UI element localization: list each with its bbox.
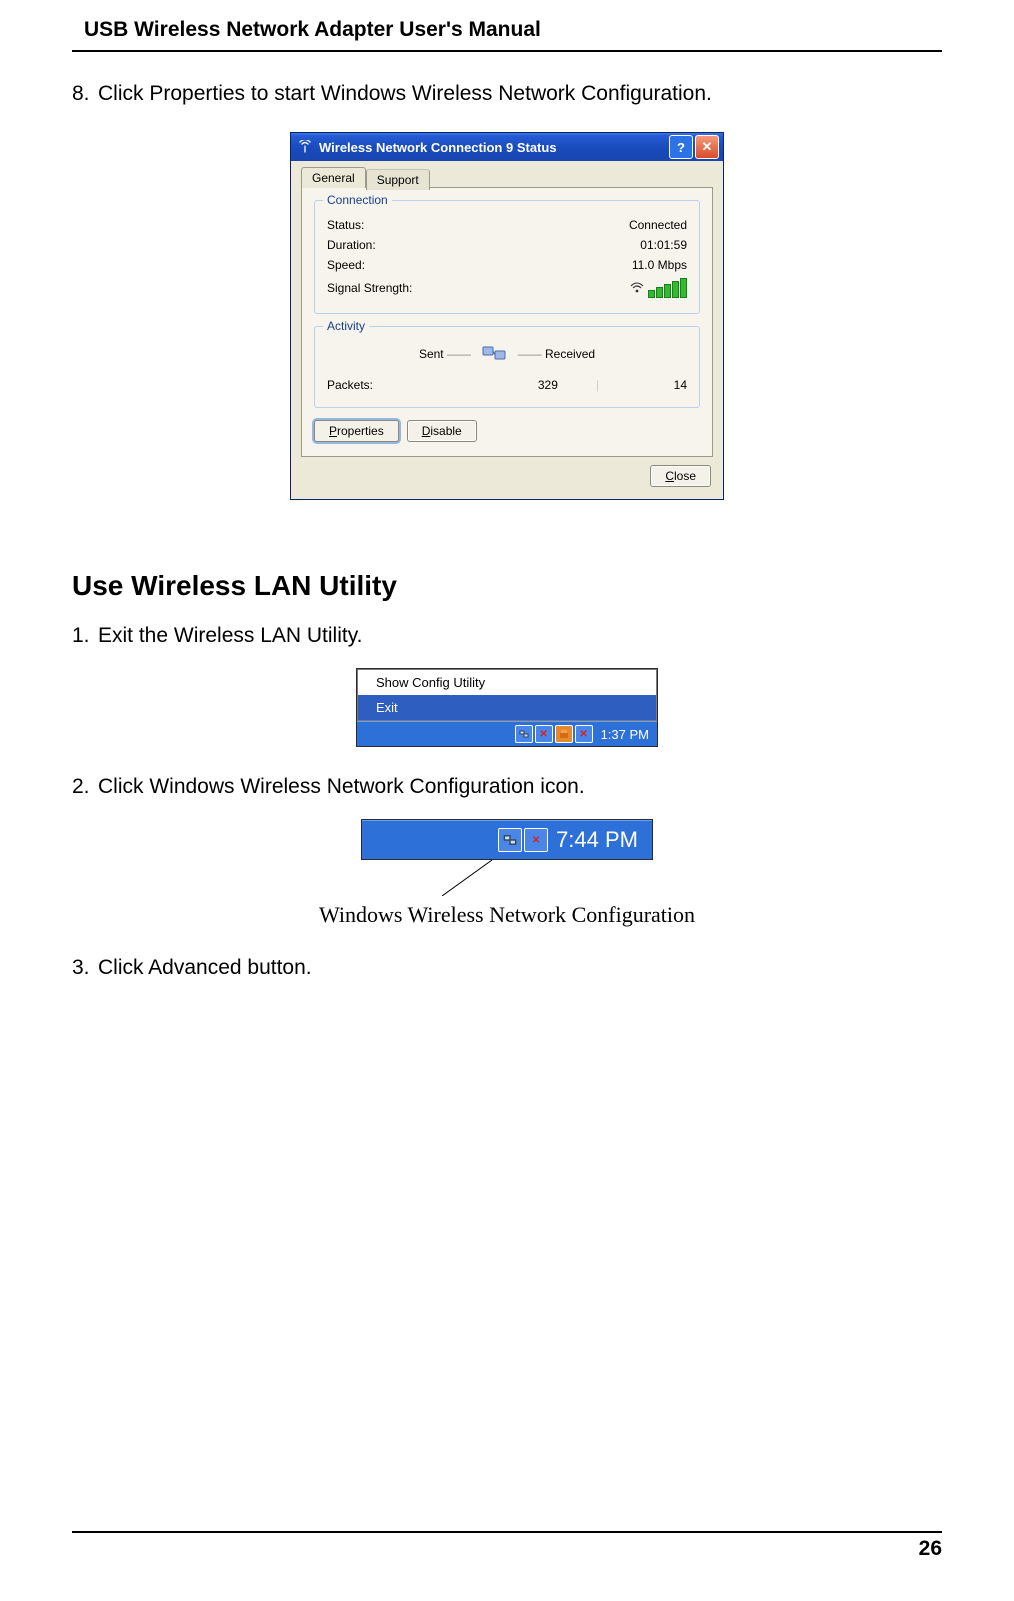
- tray-network-icon[interactable]: [515, 725, 533, 743]
- section-title: Use Wireless LAN Utility: [72, 570, 942, 602]
- xp-titlebar[interactable]: Wireless Network Connection 9 Status ? ✕: [291, 133, 723, 161]
- disable-button[interactable]: Disable: [407, 420, 477, 442]
- callout-text: Windows Wireless Network Configuration: [72, 902, 942, 928]
- activity-group: Activity Sent —— —— Received: [314, 326, 700, 408]
- page-number: 26: [919, 1537, 942, 1560]
- menu-exit[interactable]: Exit: [358, 695, 656, 720]
- tray-clock: 1:37 PM: [601, 727, 649, 742]
- properties-button[interactable]: PPropertiesroperties: [314, 420, 399, 442]
- step-1-num: 1.: [72, 624, 98, 648]
- callout-line: [362, 866, 652, 902]
- packets-sent: 329: [508, 378, 588, 392]
- tray-utility-icon[interactable]: [555, 725, 573, 743]
- menu-show-config[interactable]: Show Config Utility: [358, 670, 656, 695]
- duration-label: Duration:: [327, 238, 376, 252]
- activity-group-title: Activity: [323, 319, 369, 333]
- system-tray: 1:37 PM: [357, 721, 657, 746]
- speed-label: Speed:: [327, 258, 365, 272]
- wireless-icon: [297, 139, 313, 155]
- duration-value: 01:01:59: [640, 238, 687, 252]
- tab-general[interactable]: General: [301, 167, 366, 188]
- xp-status-window: Wireless Network Connection 9 Status ? ✕…: [290, 132, 724, 500]
- connection-group-title: Connection: [323, 193, 392, 207]
- close-button[interactable]: Close: [650, 465, 711, 487]
- status-label: Status:: [327, 218, 364, 232]
- tray-disconnected-icon[interactable]: [535, 725, 553, 743]
- tab-support[interactable]: Support: [366, 169, 430, 190]
- tray-clock-2: 7:44 PM: [556, 827, 638, 853]
- step-3: 3. Click Advanced button.: [72, 956, 942, 980]
- step-3-num: 3.: [72, 956, 98, 980]
- step-2-num: 2.: [72, 775, 98, 799]
- context-menu: Show Config Utility Exit: [357, 669, 657, 721]
- step-2-text: Click Windows Wireless Network Configura…: [98, 775, 585, 799]
- tab-panel: Connection Status: Connected Duration: 0…: [301, 187, 713, 457]
- step-8: 8. Click Properties to start Windows Wir…: [72, 82, 942, 106]
- doc-header: USB Wireless Network Adapter User's Manu…: [72, 18, 942, 52]
- signal-strength-icon: [630, 278, 687, 298]
- step-1-text: Exit the Wireless LAN Utility.: [98, 624, 363, 648]
- page-footer: 26: [72, 1531, 942, 1561]
- step-8-text: Click Properties to start Windows Wirele…: [98, 82, 712, 106]
- step-8-num: 8.: [72, 82, 98, 106]
- step-3-text: Click Advanced button.: [98, 956, 312, 980]
- connection-group: Connection Status: Connected Duration: 0…: [314, 200, 700, 314]
- signal-label: Signal Strength:: [327, 281, 412, 295]
- tray-wireless-config-icon[interactable]: [524, 828, 548, 852]
- close-icon[interactable]: ✕: [695, 135, 719, 159]
- tab-strip: General Support: [301, 167, 713, 188]
- packets-label: Packets:: [327, 378, 373, 392]
- step-1: 1. Exit the Wireless LAN Utility.: [72, 624, 942, 648]
- sent-label: Sent: [419, 347, 444, 361]
- exit-menu-figure: Show Config Utility Exit 1:37 PM: [356, 668, 658, 747]
- step-2: 2. Click Windows Wireless Network Config…: [72, 775, 942, 799]
- activity-icon: [480, 341, 508, 369]
- received-label: Received: [545, 347, 595, 361]
- status-value: Connected: [629, 218, 687, 232]
- tray-wireless-disconnected-icon[interactable]: [575, 725, 593, 743]
- packets-received: 14: [607, 378, 687, 392]
- help-button[interactable]: ?: [669, 135, 693, 159]
- tray-icon-figure: 7:44 PM: [361, 819, 653, 860]
- speed-value: 11.0 Mbps: [632, 258, 687, 272]
- window-title: Wireless Network Connection 9 Status: [319, 140, 669, 155]
- tray-network-icon-2[interactable]: [498, 828, 522, 852]
